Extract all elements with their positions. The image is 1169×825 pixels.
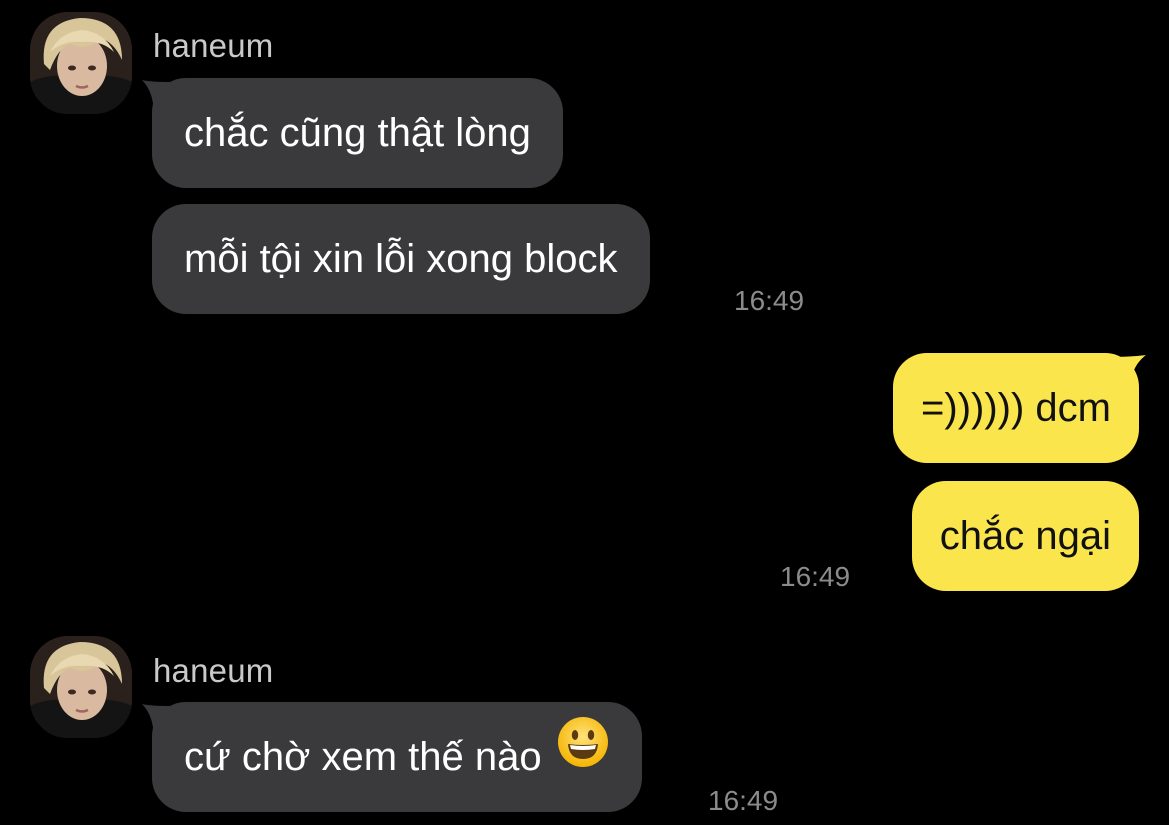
chat-conversation: haneum chắc cũng thật lòng mỗi tội xin l… — [0, 0, 1169, 825]
message-bubble-incoming[interactable]: cứ chờ xem thế nào — [152, 702, 642, 812]
message-text: cứ chờ xem thế nào — [184, 735, 542, 779]
grinning-face-emoji-icon — [556, 701, 610, 811]
sender-name: haneum — [153, 27, 274, 64]
avatar[interactable] — [30, 12, 132, 114]
message-bubble-outgoing[interactable]: =)))))) dcm — [893, 353, 1139, 463]
message-bubble-incoming[interactable]: chắc cũng thật lòng — [152, 78, 563, 188]
sender-name: haneum — [153, 652, 274, 689]
message-timestamp: 16:49 — [734, 285, 805, 316]
avatar[interactable] — [30, 636, 132, 738]
message-timestamp: 16:49 — [780, 561, 851, 592]
message-bubble-outgoing[interactable]: chắc ngại — [911, 481, 1139, 591]
message-bubble-incoming[interactable]: mỗi tội xin lỗi xong block — [152, 204, 650, 314]
message-timestamp: 16:49 — [708, 785, 779, 816]
